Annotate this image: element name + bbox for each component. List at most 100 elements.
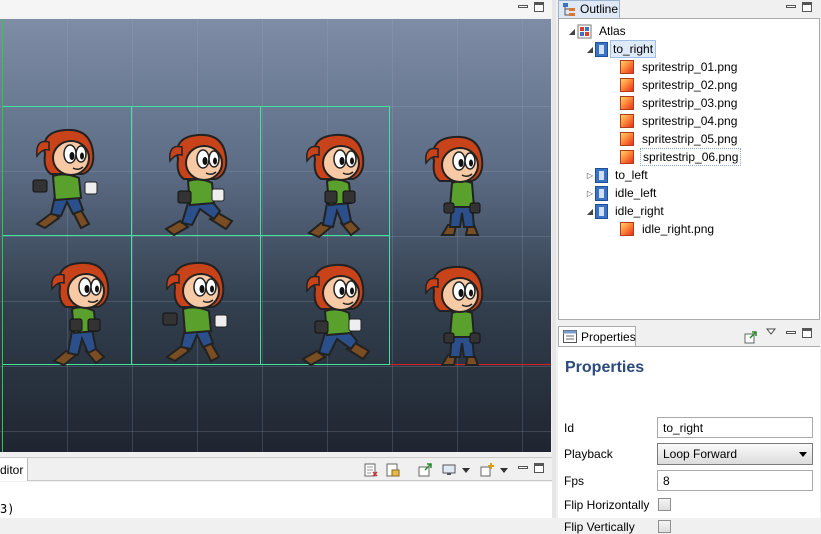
tree-label: to_right bbox=[610, 40, 657, 58]
tree-label: spritestrip_01.png bbox=[642, 60, 738, 74]
image-icon bbox=[620, 96, 634, 110]
tree-item-atlas[interactable]: ◢ Atlas bbox=[567, 22, 628, 40]
sprite-idle-01 bbox=[412, 129, 512, 239]
console-tab[interactable]: ditor bbox=[0, 458, 28, 481]
tree-item-image[interactable]: spritestrip_03.png bbox=[620, 94, 739, 112]
atlas-icon bbox=[577, 24, 592, 38]
minimize-icon[interactable] bbox=[786, 331, 796, 334]
id-field[interactable]: to_right bbox=[657, 417, 813, 438]
chevron-down-icon bbox=[799, 452, 807, 457]
tree-item-image[interactable]: spritestrip_06.png bbox=[620, 148, 742, 166]
tree-item-image[interactable]: spritestrip_02.png bbox=[620, 76, 739, 94]
sprite-frame-02 bbox=[148, 129, 248, 239]
expand-icon[interactable]: ▷ bbox=[585, 171, 595, 180]
tree-label: idle_left bbox=[615, 186, 657, 200]
minimize-icon[interactable] bbox=[518, 5, 528, 8]
id-label: Id bbox=[564, 421, 575, 435]
tree-label: Atlas bbox=[599, 24, 626, 38]
minimize-icon[interactable] bbox=[518, 466, 528, 469]
playback-select[interactable]: Loop Forward bbox=[657, 443, 813, 465]
new-console-icon[interactable] bbox=[480, 463, 494, 477]
clear-console-icon[interactable] bbox=[364, 463, 378, 477]
animation-icon bbox=[595, 41, 608, 57]
tab-properties[interactable]: Properties bbox=[558, 326, 636, 346]
console-text: 3) bbox=[0, 502, 15, 516]
collapse-icon[interactable]: ◢ bbox=[585, 45, 595, 54]
display-console-icon[interactable] bbox=[442, 463, 456, 477]
tree-item-animation[interactable]: ◢ idle_right bbox=[585, 202, 666, 220]
fps-field[interactable]: 8 bbox=[657, 470, 813, 491]
outline-icon bbox=[563, 3, 575, 16]
pin-console-icon[interactable] bbox=[418, 463, 432, 477]
properties-tab-label: Properties bbox=[581, 330, 636, 344]
animation-icon bbox=[595, 167, 608, 183]
tree-item-image[interactable]: idle_right.png bbox=[620, 220, 716, 238]
image-icon bbox=[620, 78, 634, 92]
image-icon bbox=[620, 222, 634, 236]
properties-title: Properties bbox=[565, 359, 645, 376]
properties-panel: Properties Id to_right Playback Loop For… bbox=[558, 346, 820, 534]
sprite-idle-02 bbox=[412, 259, 512, 369]
flip-vertically-checkbox[interactable] bbox=[658, 520, 671, 533]
maximize-icon[interactable] bbox=[802, 328, 812, 338]
expand-icon[interactable]: ▷ bbox=[585, 189, 595, 198]
grid-line bbox=[392, 19, 393, 452]
chevron-down-icon[interactable] bbox=[500, 463, 508, 477]
editor-topbar bbox=[0, 0, 552, 18]
maximize-icon[interactable] bbox=[534, 2, 544, 12]
pin-icon[interactable] bbox=[744, 330, 758, 344]
outline-tab-label: Outline bbox=[580, 2, 619, 16]
sprite-frame-06 bbox=[285, 259, 385, 369]
flip-horizontally-checkbox[interactable] bbox=[658, 498, 671, 511]
image-icon bbox=[620, 150, 634, 164]
collapse-icon[interactable]: ◢ bbox=[585, 207, 595, 216]
maximize-icon[interactable] bbox=[534, 463, 544, 473]
tree-label: spritestrip_05.png bbox=[642, 132, 738, 146]
y-axis-line bbox=[2, 19, 3, 452]
outline-tree: ◢ Atlas ◢ to_right spritestrip_01.png sp… bbox=[558, 18, 820, 320]
minimize-icon[interactable] bbox=[786, 5, 796, 8]
console-output[interactable]: 3) bbox=[0, 482, 552, 518]
animation-icon bbox=[595, 203, 608, 219]
tree-item-image[interactable]: spritestrip_05.png bbox=[620, 130, 739, 148]
grid-line bbox=[522, 19, 523, 452]
outline-view: Outline ◢ Atlas ◢ to_right spritestrip_0… bbox=[556, 0, 821, 321]
sprite-frame-03 bbox=[285, 129, 385, 239]
flip-vertically-label: Flip Vertically bbox=[564, 520, 635, 534]
console-tab-label: ditor bbox=[0, 463, 24, 477]
grid-line bbox=[0, 431, 551, 432]
tree-item-animation[interactable]: ▷ idle_left bbox=[585, 184, 658, 202]
tree-label: spritestrip_02.png bbox=[642, 78, 738, 92]
chevron-down-icon[interactable] bbox=[462, 463, 470, 477]
sprite-frame-05 bbox=[145, 257, 245, 367]
flip-horizontally-label: Flip Horizontally bbox=[564, 498, 650, 512]
atlas-editor: ditor 3) bbox=[0, 0, 552, 518]
tree-item-image[interactable]: spritestrip_04.png bbox=[620, 112, 739, 130]
sprite-frame-04 bbox=[30, 257, 130, 367]
playback-label: Playback bbox=[564, 447, 613, 461]
animation-icon bbox=[595, 185, 608, 201]
sprite-frame-01 bbox=[15, 124, 115, 234]
image-icon bbox=[620, 114, 634, 128]
tree-label: idle_right bbox=[615, 204, 664, 218]
tree-item-animation[interactable]: ▷ to_left bbox=[585, 166, 650, 184]
playback-value: Loop Forward bbox=[663, 447, 738, 461]
tab-outline[interactable]: Outline bbox=[558, 0, 620, 18]
tree-label: to_left bbox=[615, 168, 648, 182]
tree-item-image[interactable]: spritestrip_01.png bbox=[620, 58, 739, 76]
fps-label: Fps bbox=[564, 474, 585, 488]
sprite-canvas[interactable] bbox=[0, 19, 551, 452]
view-menu-icon[interactable] bbox=[766, 328, 776, 336]
properties-view: Properties Properties Id to_right Playba… bbox=[556, 322, 821, 534]
properties-icon bbox=[563, 330, 577, 343]
maximize-icon[interactable] bbox=[802, 2, 812, 12]
tree-label: spritestrip_04.png bbox=[642, 114, 738, 128]
scroll-lock-icon[interactable] bbox=[386, 463, 400, 477]
tree-label: idle_right.png bbox=[642, 222, 715, 236]
tree-label: spritestrip_06.png bbox=[640, 148, 742, 166]
tree-item-animation[interactable]: ◢ to_right bbox=[585, 40, 657, 58]
collapse-icon[interactable]: ◢ bbox=[567, 27, 577, 36]
image-icon bbox=[620, 60, 634, 74]
image-icon bbox=[620, 132, 634, 146]
console-tabbar: ditor bbox=[0, 457, 552, 481]
